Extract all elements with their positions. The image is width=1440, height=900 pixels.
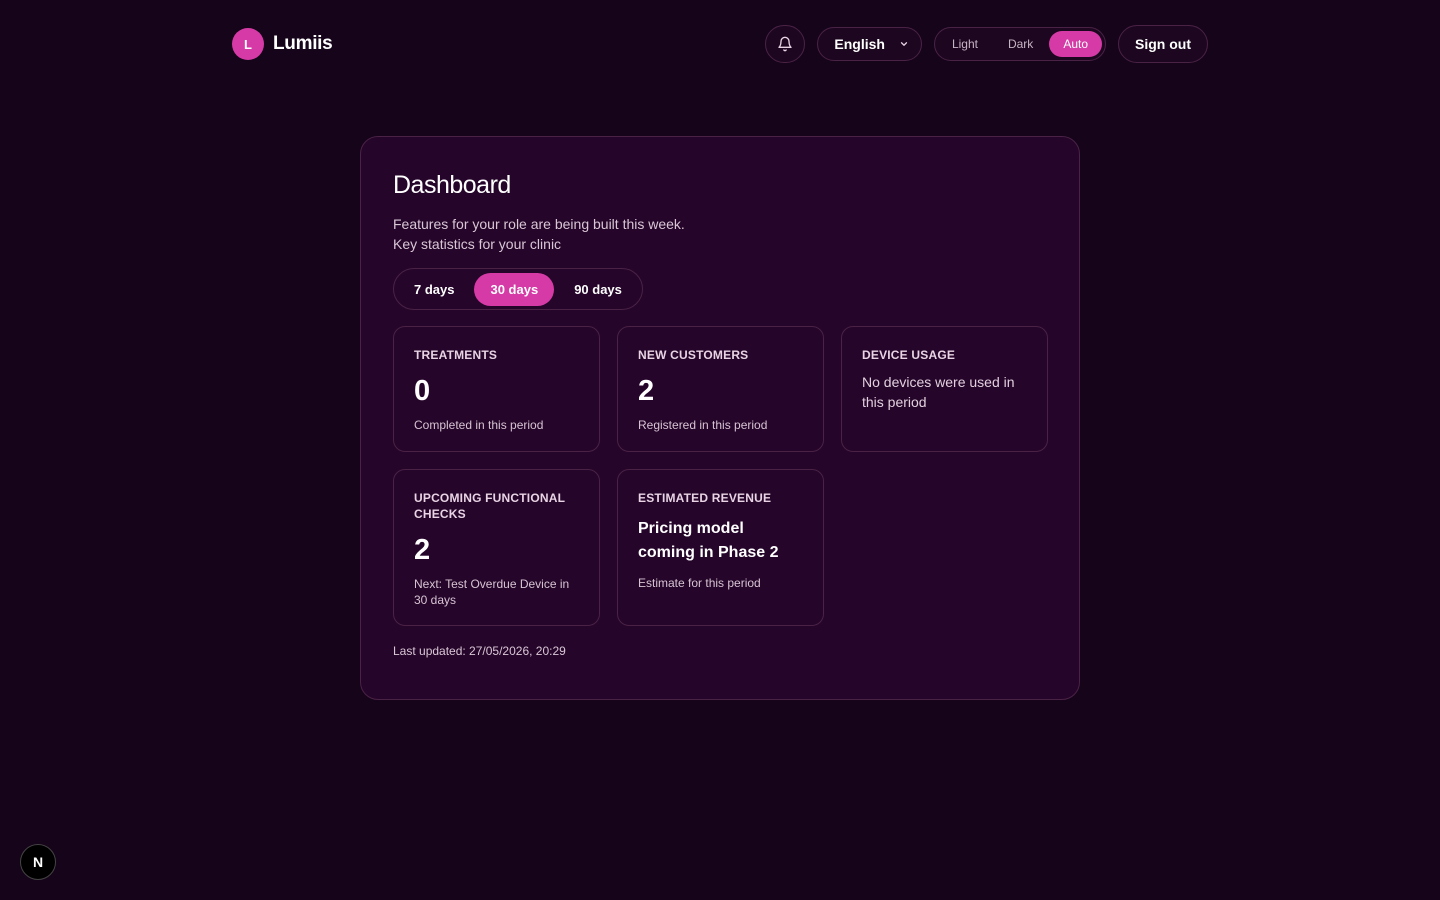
- page-subtitle: Features for your role are being built t…: [393, 214, 1047, 254]
- stat-heading: Pricing model coming in Phase 2: [638, 520, 779, 561]
- stat-card-treatments: TREATMENTS 0 Completed in this period: [393, 326, 600, 452]
- stats-grid: TREATMENTS 0 Completed in this period NE…: [393, 326, 1048, 626]
- header-controls: English Light Dark Auto Sign out: [765, 25, 1208, 63]
- sign-out-button[interactable]: Sign out: [1118, 25, 1208, 63]
- range-tab-90-days[interactable]: 90 days: [558, 273, 638, 306]
- stat-card-device-usage: DEVICE USAGE No devices were used in thi…: [841, 326, 1048, 452]
- stat-card-estimated-revenue: ESTIMATED REVENUE Pricing model coming i…: [617, 469, 824, 626]
- theme-option-dark[interactable]: Dark: [994, 31, 1047, 57]
- range-tab-30-days[interactable]: 30 days: [474, 272, 555, 306]
- stat-value: 2: [638, 375, 655, 407]
- top-bar: L Lumiis English Light Dark Auto Sign ou…: [232, 25, 1208, 63]
- stat-note: Estimate for this period: [638, 576, 761, 590]
- stat-note: Completed in this period: [414, 418, 544, 432]
- brand[interactable]: L Lumiis: [232, 28, 333, 60]
- language-value: English: [834, 36, 885, 52]
- stat-note: Registered in this period: [638, 418, 768, 432]
- subtitle-line-2: Key statistics for your clinic: [393, 236, 562, 252]
- brand-logo: L: [232, 28, 264, 60]
- bell-icon: [778, 36, 793, 52]
- stat-label: ESTIMATED REVENUE: [638, 491, 772, 505]
- chevron-down-icon: [900, 42, 908, 46]
- stat-label: NEW CUSTOMERS: [638, 348, 749, 362]
- stat-value: 0: [414, 375, 431, 407]
- stat-label: UPCOMING FUNCTIONAL CHECKS: [414, 491, 565, 521]
- theme-option-auto[interactable]: Auto: [1049, 31, 1102, 57]
- brand-name: Lumiis: [273, 33, 333, 54]
- stat-value: 2: [414, 534, 431, 566]
- last-updated-text: Last updated: 27/05/2026, 20:29: [393, 644, 566, 658]
- language-select[interactable]: English: [817, 27, 922, 61]
- period-selector: 7 days 30 days 90 days: [393, 268, 643, 310]
- stat-card-functional-checks: UPCOMING FUNCTIONAL CHECKS 2 Next: Test …: [393, 469, 600, 626]
- stat-text: No devices were used in this period: [862, 374, 1015, 410]
- dashboard-card: Dashboard Features for your role are bei…: [360, 136, 1080, 700]
- range-tab-7-days[interactable]: 7 days: [398, 273, 470, 306]
- page-title: Dashboard: [393, 171, 511, 199]
- theme-option-light[interactable]: Light: [938, 31, 992, 57]
- stat-card-new-customers: NEW CUSTOMERS 2 Registered in this perio…: [617, 326, 824, 452]
- theme-toggle: Light Dark Auto: [933, 27, 1106, 61]
- subtitle-line-1: Features for your role are being built t…: [393, 216, 685, 232]
- dev-tools-badge[interactable]: N: [20, 844, 56, 880]
- stat-label: TREATMENTS: [414, 348, 498, 362]
- notifications-button[interactable]: [765, 25, 806, 63]
- stat-label: DEVICE USAGE: [862, 348, 956, 362]
- stat-note: Next: Test Overdue Device in 30 days: [414, 577, 570, 607]
